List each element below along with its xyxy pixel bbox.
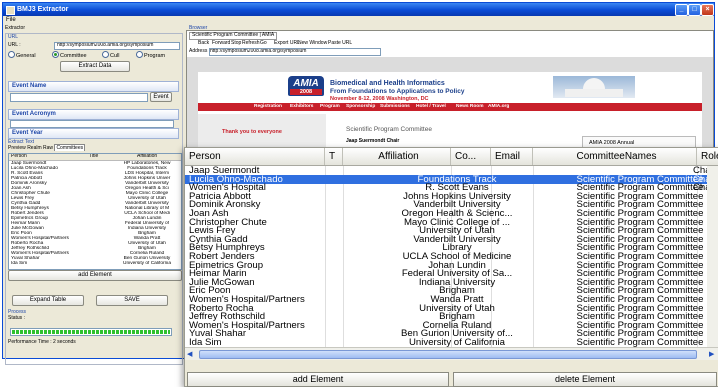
stop-button[interactable]: Stop — [231, 40, 241, 47]
thanks-text: Thank you to everyone — [222, 129, 282, 135]
forward-button[interactable]: Forward — [212, 40, 230, 47]
app-icon — [6, 6, 15, 15]
event-acronym-group[interactable]: Event Acronym — [8, 109, 179, 120]
cell-person: Ida Sim — [189, 338, 222, 347]
menu-sponsorship[interactable]: Sponsorship — [346, 103, 375, 111]
event-acronym-input[interactable] — [10, 120, 174, 128]
menu-file[interactable]: File — [6, 16, 16, 25]
performance-time: Performance Time : 2 seconds — [8, 339, 76, 345]
table-header: Person T Affiliation Co... Email Committ… — [185, 148, 718, 166]
amia-banner: AMIA 2008 Biomedical and Health Informat… — [198, 72, 702, 114]
tab-preview[interactable]: Preview — [8, 145, 26, 151]
amia-logo: AMIA 2008 — [288, 76, 324, 96]
banner-menu: Registration Exhibitors Program Sponsors… — [198, 103, 702, 111]
event-year-group[interactable]: Event Year — [8, 128, 179, 139]
progress-fill — [12, 330, 170, 334]
address-label: Address — [189, 48, 208, 54]
menu-registration[interactable]: Registration — [254, 103, 282, 111]
scroll-right-icon[interactable]: ▶ — [709, 350, 714, 358]
menu-amia-org[interactable]: AMIA.org — [488, 103, 509, 111]
banner-line2: From Foundations to Applications to Poli… — [330, 88, 465, 95]
page-heading: Scientific Program Committee — [346, 126, 432, 133]
capitol-image — [553, 76, 635, 98]
url-field-label: URL : — [8, 42, 21, 48]
browser-toolbar: Back Forward Stop Refresh Go Export URL … — [190, 40, 490, 47]
extract-data-button[interactable]: Extract Data — [60, 61, 130, 72]
col-title[interactable]: T — [325, 148, 343, 165]
committee-list-body: Jaap Suermondt HP Laboratories, New Lucila… — [9, 161, 181, 269]
status-label: Status : — [8, 315, 25, 321]
list-person: Ida Sim — [11, 261, 28, 266]
menu-bar: File — [3, 16, 714, 25]
extractor-panel: URL URL : http://symposium2008.amia.org/… — [5, 33, 183, 365]
minimize-icon[interactable]: _ — [675, 4, 688, 16]
col-committee-names[interactable]: CommitteeNames — [533, 148, 697, 165]
window-title: BMJ3 Extractor — [17, 6, 69, 13]
title-bar: BMJ3 Extractor _ □ × — [3, 3, 714, 16]
export-url-button[interactable]: Export URL — [274, 40, 300, 47]
url-input[interactable]: http://symposium2008.amia.org/symposium — [54, 42, 180, 50]
radio-committee[interactable]: Committee — [52, 51, 87, 60]
table-window: Person T Affiliation Co... Email Committ… — [184, 147, 718, 387]
col-affiliation[interactable]: Affiliation — [137, 154, 157, 160]
go-button[interactable]: Go — [260, 40, 267, 47]
radio-cull[interactable]: Cull — [102, 51, 119, 60]
refresh-button[interactable]: Refresh — [242, 40, 260, 47]
col-country[interactable]: Co... — [451, 148, 491, 165]
col-affiliation[interactable]: Affiliation — [343, 148, 451, 165]
committee-list[interactable]: Person Title Affiliation Jaap Suermondt H… — [8, 153, 182, 270]
tab-realm[interactable]: Realm — [27, 145, 41, 151]
banner-line3: November 8-12, 2008 Washington, DC — [330, 96, 429, 102]
browser-tab[interactable]: Scientific Program Committee | AMIA — [189, 32, 278, 40]
table-body[interactable]: Jaap Suermondt Chair Lucila Ohno-Machado Fo… — [185, 166, 718, 347]
committee-list-header: Person Title Affiliation — [9, 154, 181, 161]
back-button[interactable]: Back — [198, 40, 209, 47]
tab-committees[interactable]: Committees — [54, 144, 86, 151]
maximize-icon[interactable]: □ — [688, 4, 701, 16]
chair-line: Jaap Suermondt Chair — [346, 138, 400, 144]
address-input[interactable]: http://symposium2008.amia.org/symposium — [209, 48, 381, 56]
col-person[interactable]: Person — [185, 148, 325, 165]
annual-text: AMIA 2008 Annual — [589, 140, 635, 146]
text-tabs: Preview Realm Raw Committees — [8, 144, 86, 152]
radio-program[interactable]: Program — [136, 51, 165, 60]
event-button[interactable]: Event — [150, 92, 172, 102]
col-title[interactable]: Title — [89, 154, 98, 160]
table-row[interactable]: Ida Sim University of California Scientifi… — [185, 338, 718, 347]
cell-committee: Scientific Program Committee — [576, 338, 704, 347]
close-icon[interactable]: × — [701, 4, 714, 16]
col-person[interactable]: Person — [11, 154, 27, 160]
page-content: Thank you to everyone Scientific Program… — [198, 114, 702, 150]
menu-program[interactable]: Program — [320, 103, 340, 111]
menu-exhibitors[interactable]: Exhibitors — [290, 103, 313, 111]
menu-submissions[interactable]: Submissions — [380, 103, 410, 111]
col-role[interactable]: Role — [697, 148, 718, 165]
url-group-label: URL — [8, 34, 19, 40]
event-name-input[interactable] — [10, 93, 148, 102]
menu-news-room[interactable]: News Room — [456, 103, 483, 111]
horizontal-scrollbar[interactable]: ◀ ▶ — [185, 347, 718, 360]
tab-raw[interactable]: Raw — [43, 145, 53, 151]
event-name-group: Event Name — [8, 81, 179, 92]
expand-table-button[interactable]: Expand Table — [12, 295, 84, 306]
radio-general[interactable]: General — [8, 51, 36, 60]
vertical-scrollbar[interactable] — [707, 166, 718, 347]
scroll-left-icon[interactable]: ◀ — [187, 350, 192, 358]
save-button[interactable]: SAVE — [96, 295, 168, 306]
new-window-button[interactable]: New Window — [298, 40, 327, 47]
scroll-thumb[interactable] — [199, 350, 697, 359]
add-element-button[interactable]: add Element — [8, 270, 182, 281]
extractor-tab[interactable]: Extractor — [5, 25, 25, 32]
col-email[interactable]: Email — [491, 148, 533, 165]
menu-hotel-travel[interactable]: Hotel / Travel — [416, 103, 446, 111]
list-item[interactable]: Ida Sim University of California — [9, 261, 181, 266]
banner-line1: Biomedical and Health Informatics — [330, 80, 445, 87]
list-affiliation: University of California — [123, 261, 171, 266]
cell-affiliation: University of California — [409, 338, 505, 347]
paste-url-button[interactable]: Paste URL — [328, 40, 352, 47]
progress-bar — [10, 328, 172, 336]
